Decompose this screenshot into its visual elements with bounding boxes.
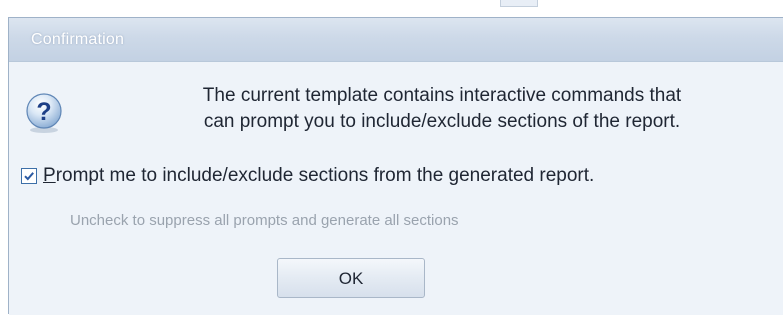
dialog-title-bar[interactable]: Confirmation	[9, 18, 783, 62]
dialog-body: ? The current template contains interact…	[9, 62, 783, 315]
hint-text: Uncheck to suppress all prompts and gene…	[70, 212, 459, 229]
background-window-tab	[500, 0, 538, 7]
confirmation-dialog: Confirmation ? The current template cont…	[8, 17, 783, 315]
prompt-checkbox[interactable]	[21, 168, 37, 184]
label-mnemonic: P	[43, 165, 56, 186]
checkmark-icon	[24, 172, 34, 181]
dialog-message: The current template contains interactiv…	[97, 83, 783, 135]
prompt-checkbox-label[interactable]: Prompt me to include/exclude sections fr…	[43, 165, 594, 187]
svg-text:?: ?	[36, 98, 51, 126]
ok-button[interactable]: OK	[277, 258, 425, 298]
prompt-checkbox-row[interactable]: Prompt me to include/exclude sections fr…	[21, 165, 594, 187]
dialog-title: Confirmation	[31, 31, 125, 48]
message-line: can prompt you to include/exclude sectio…	[203, 111, 681, 132]
question-icon: ?	[26, 93, 62, 133]
message-line: The current template contains interactiv…	[202, 85, 682, 106]
label-text: rompt me to include/exclude sections fro…	[55, 165, 595, 186]
